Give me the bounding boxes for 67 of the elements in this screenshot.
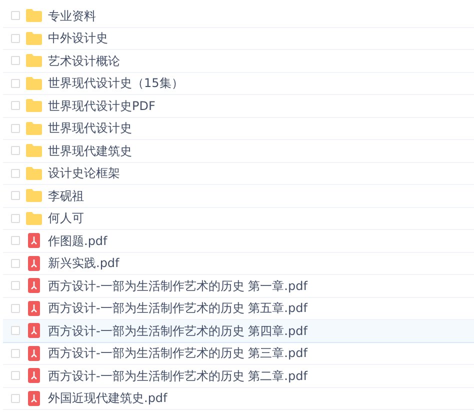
checkbox[interactable] xyxy=(11,78,20,88)
checkbox[interactable] xyxy=(11,34,20,43)
folder-icon xyxy=(26,99,42,112)
folder-icon xyxy=(26,54,42,68)
file-name[interactable]: 西方设计-一部为生活制作艺术的历史 第五章.pdf xyxy=(48,299,308,318)
file-row[interactable]: 作图题.pdf xyxy=(3,230,474,252)
file-name[interactable]: 世界现代建筑史 xyxy=(48,142,132,160)
checkbox[interactable] xyxy=(11,326,20,336)
pdf-icon xyxy=(28,233,40,248)
checkbox[interactable] xyxy=(11,258,20,268)
checkbox[interactable] xyxy=(11,394,20,403)
checkbox[interactable] xyxy=(11,348,20,358)
checkbox[interactable] xyxy=(11,56,20,66)
pdf-icon xyxy=(28,300,40,316)
file-name[interactable]: 西方设计-一部为生活制作艺术的历史 第二章.pdf xyxy=(48,366,308,385)
folder-icon xyxy=(26,9,42,22)
checkbox[interactable] xyxy=(11,191,20,200)
pdf-icon xyxy=(28,278,40,294)
file-row[interactable]: 何人可 xyxy=(3,208,474,230)
checkbox[interactable] xyxy=(11,304,20,313)
file-row[interactable]: 西方设计-一部为生活制作艺术的历史 第一章.pdf xyxy=(3,275,474,298)
pdf-icon xyxy=(28,368,40,384)
file-row[interactable]: 西方设计-一部为生活制作艺术的历史 第二章.pdf xyxy=(3,365,474,388)
folder-icon xyxy=(26,32,42,45)
folder-icon xyxy=(26,144,42,158)
folder-icon xyxy=(26,166,42,180)
checkbox[interactable] xyxy=(11,371,20,380)
pdf-icon xyxy=(28,390,40,406)
file-row[interactable]: 西方设计-一部为生活制作艺术的历史 第三章.pdf xyxy=(3,342,474,365)
file-row[interactable]: 新兴实践.pdf xyxy=(3,252,474,275)
file-name[interactable]: 西方设计-一部为生活制作艺术的历史 第一章.pdf xyxy=(48,276,308,295)
file-name[interactable]: 世界现代设计史 xyxy=(48,119,132,138)
file-name[interactable]: 世界现代设计史（15集） xyxy=(48,74,184,92)
file-row[interactable]: 西方设计-一部为生活制作艺术的历史 第四章.pdf xyxy=(3,320,474,342)
pdf-icon xyxy=(28,256,40,271)
file-name[interactable]: 何人可 xyxy=(48,209,84,228)
folder-icon xyxy=(26,76,42,90)
folder-icon xyxy=(26,189,42,202)
file-row[interactable]: 西方设计-一部为生活制作艺术的历史 第五章.pdf xyxy=(3,298,474,320)
checkbox[interactable] xyxy=(11,214,20,223)
file-name[interactable]: 外国近现代建筑史.pdf xyxy=(48,389,168,408)
file-name[interactable]: 新兴实践.pdf xyxy=(48,254,120,272)
file-name[interactable]: 西方设计-一部为生活制作艺术的历史 第四章.pdf xyxy=(48,322,308,340)
file-name[interactable]: 设计史论框架 xyxy=(48,164,120,182)
folder-icon xyxy=(26,122,42,135)
file-name[interactable]: 专业资料 xyxy=(48,6,96,25)
checkbox[interactable] xyxy=(11,146,20,156)
file-name[interactable]: 世界现代设计史PDF xyxy=(48,96,156,115)
file-row[interactable]: 外国近现代建筑史.pdf xyxy=(3,388,474,410)
pdf-icon xyxy=(28,346,40,361)
file-name[interactable]: 李砚祖 xyxy=(48,186,84,205)
file-name[interactable]: 艺术设计概论 xyxy=(48,52,120,70)
checkbox[interactable] xyxy=(11,101,20,110)
file-name[interactable]: 西方设计-一部为生活制作艺术的历史 第三章.pdf xyxy=(48,344,308,362)
folder-icon xyxy=(26,212,42,225)
file-row[interactable]: 中外设计史 xyxy=(3,28,474,50)
file-name[interactable]: 中外设计史 xyxy=(48,29,108,48)
file-row[interactable]: 世界现代设计史（15集） xyxy=(3,72,474,95)
checkbox[interactable] xyxy=(11,236,20,246)
checkbox[interactable] xyxy=(11,124,20,133)
file-name[interactable]: 作图题.pdf xyxy=(48,232,108,250)
file-row[interactable]: 设计史论框架 xyxy=(3,162,474,185)
file-row[interactable]: 世界现代设计史 xyxy=(3,118,474,140)
checkbox[interactable] xyxy=(11,11,20,20)
checkbox[interactable] xyxy=(11,281,20,290)
pdf-icon xyxy=(28,323,40,338)
checkbox[interactable] xyxy=(11,168,20,178)
